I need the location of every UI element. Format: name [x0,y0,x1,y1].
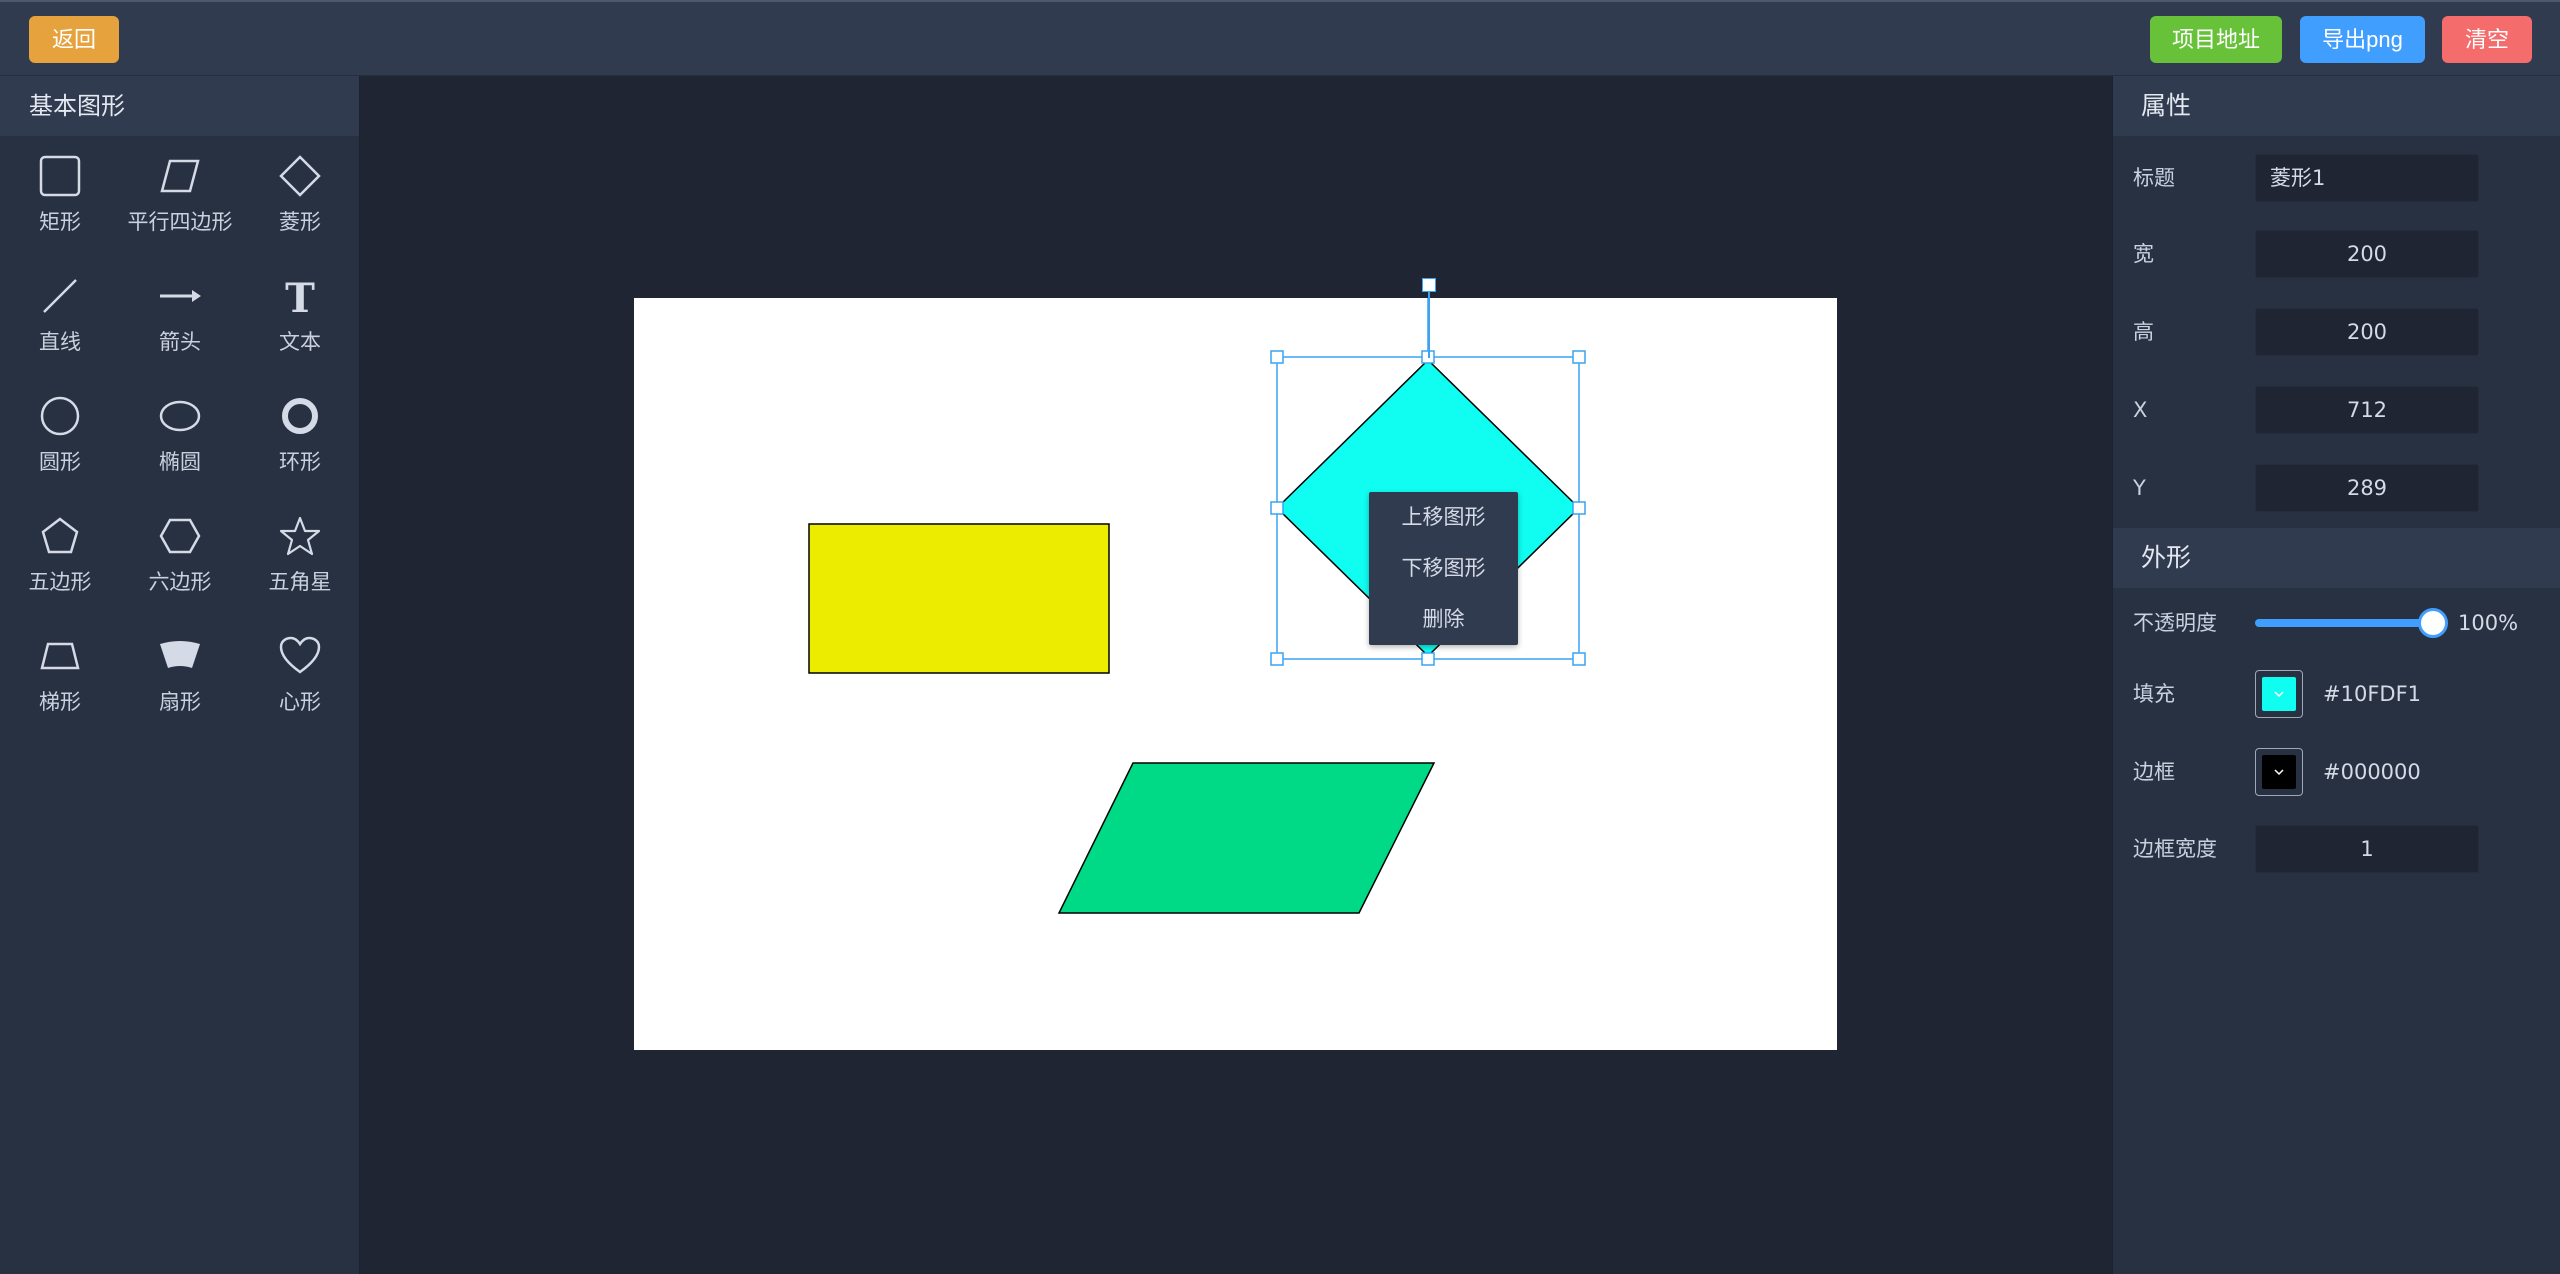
width-input[interactable] [2255,230,2479,278]
shape-label: 箭头 [159,330,201,354]
clear-button[interactable]: 清空 [2442,16,2532,63]
top-toolbar: 返回 项目地址 导出png 清空 [0,0,2560,76]
x-label: X [2133,398,2148,422]
shape-label: 六边形 [148,570,212,594]
drawing-canvas[interactable] [634,298,1837,1050]
parallelogram-icon [158,154,202,198]
resize-handle [1270,652,1284,666]
heart-icon [278,634,322,678]
shape-label: 五边形 [28,570,92,594]
y-label: Y [2133,476,2146,500]
trapezoid-icon [38,634,82,678]
border-width-input[interactable] [2255,825,2479,873]
opacity-slider-knob[interactable] [2418,608,2448,638]
back-button[interactable]: 返回 [29,16,119,63]
border-label: 边框 [2133,760,2175,784]
x-input[interactable] [2255,386,2479,434]
move-down-menu-item[interactable]: 下移图形 [1369,543,1518,594]
move-up-menu-item[interactable]: 上移图形 [1369,492,1518,543]
chevron-down-icon [2274,691,2284,698]
resize-handle [1572,350,1586,364]
rotate-handle-stem [1428,292,1430,358]
shape-label: 直线 [39,330,81,354]
height-label: 高 [2133,320,2154,344]
border-width-label: 边框宽度 [2133,837,2217,861]
canvas-rectangle-shape[interactable] [808,523,1110,674]
ellipse-icon [158,394,202,438]
shape-item-star[interactable]: 五角星 [240,506,360,616]
shape-label: 矩形 [39,210,81,234]
opacity-slider-track[interactable] [2255,619,2435,627]
border-color-swatch [2262,755,2296,789]
fill-color-picker[interactable] [2255,670,2303,718]
rectangle-icon [38,154,82,198]
shape-label: 扇形 [159,690,201,714]
shape-item-line[interactable]: 直线 [0,266,120,376]
fill-label: 填充 [2133,682,2175,706]
project-repo-button[interactable]: 项目地址 [2150,16,2282,63]
line-icon [38,274,82,318]
pentagon-icon [38,514,82,558]
title-input[interactable] [2255,154,2479,202]
diamond-icon [278,154,322,198]
shape-item-parallelogram[interactable]: 平行四边形 [120,146,240,256]
resize-handle [1421,652,1435,666]
shape-item-arrow[interactable]: 箭头 [120,266,240,376]
border-color-value: #000000 [2323,760,2421,784]
shape-label: 文本 [279,330,321,354]
text-icon: T [278,274,322,318]
width-label: 宽 [2133,242,2154,266]
fill-color-swatch [2262,677,2296,711]
height-input[interactable] [2255,308,2479,356]
shape-label: 心形 [279,690,321,714]
shape-item-circle[interactable]: 圆形 [0,386,120,496]
context-menu: 上移图形 下移图形 删除 [1369,492,1518,645]
shape-item-sector[interactable]: 扇形 [120,626,240,736]
properties-section-title: 属性 [2113,76,2560,136]
shape-label: 梯形 [39,690,81,714]
shape-item-hexagon[interactable]: 六边形 [120,506,240,616]
y-input[interactable] [2255,464,2479,512]
shape-item-ring[interactable]: 环形 [240,386,360,496]
appearance-section-title: 外形 [2113,528,2560,588]
properties-panel: 属性 标题 宽 高 X Y 外形 不透明度 100% 填充 #10FDF1 边框… [2112,76,2560,1274]
shape-label: 五角星 [268,570,332,594]
title-label: 标题 [2133,166,2175,190]
opacity-value: 100% [2458,611,2519,635]
shape-item-ellipse[interactable]: 椭圆 [120,386,240,496]
shape-item-diamond[interactable]: 菱形 [240,146,360,256]
star-icon [278,514,322,558]
border-color-picker[interactable] [2255,748,2303,796]
shape-item-trapezoid[interactable]: 梯形 [0,626,120,736]
shape-label: 圆形 [39,450,81,474]
shape-label: 环形 [279,450,321,474]
shape-library-panel: 基本图形 矩形 平行四边形 菱形 直线 箭头 T 文本 圆形 椭圆 环形 五边形… [0,76,360,1274]
shape-library-title: 基本图形 [0,76,359,136]
shape-label: 平行四边形 [127,210,233,234]
shape-item-text[interactable]: T 文本 [240,266,360,376]
shape-item-heart[interactable]: 心形 [240,626,360,736]
rotate-handle-outer[interactable] [1422,278,1436,292]
svg-text:T: T [285,275,315,318]
fill-color-value: #10FDF1 [2323,682,2422,706]
resize-handle [1572,501,1586,515]
sector-icon [158,634,202,678]
shape-item-pentagon[interactable]: 五边形 [0,506,120,616]
circle-icon [38,394,82,438]
shape-item-rectangle[interactable]: 矩形 [0,146,120,256]
resize-handle [1270,350,1284,364]
hexagon-icon [158,514,202,558]
ring-icon [278,394,322,438]
chevron-down-icon [2274,769,2284,776]
canvas-parallelogram-shape[interactable] [1057,762,1436,914]
opacity-label: 不透明度 [2133,611,2217,635]
resize-handle [1270,501,1284,515]
export-png-button[interactable]: 导出png [2300,16,2425,63]
resize-handle [1572,652,1586,666]
delete-menu-item[interactable]: 删除 [1369,594,1518,645]
shape-label: 椭圆 [159,450,201,474]
shape-label: 菱形 [279,210,321,234]
arrow-icon [158,274,202,318]
